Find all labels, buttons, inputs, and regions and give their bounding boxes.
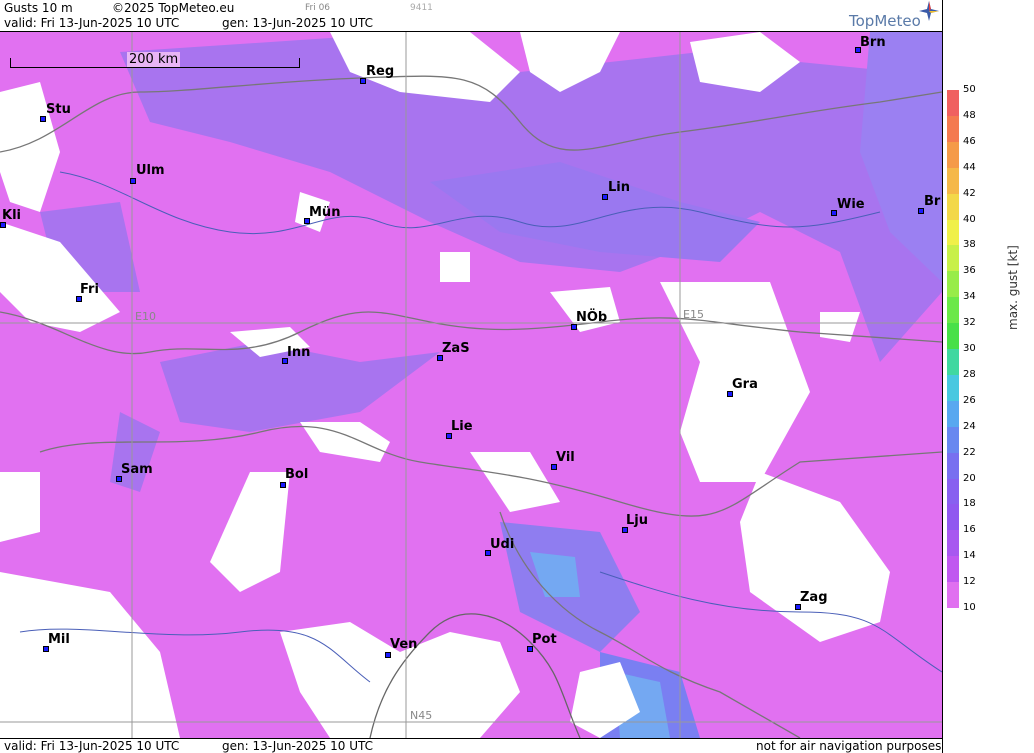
city-label[interactable]: Mün <box>309 205 340 220</box>
city-marker <box>280 482 286 488</box>
map-footer: valid: Fri 13-Jun-2025 10 UTC gen: 13-Ju… <box>0 738 942 753</box>
disclaimer: not for air navigation purposes <box>756 739 942 753</box>
grid-label-e10: E10 <box>135 310 156 323</box>
legend-color-segment <box>947 349 959 376</box>
legend-color-segment <box>947 556 959 583</box>
legend-tick-label: 28 <box>963 368 976 380</box>
legend-tick-label: 26 <box>963 394 976 406</box>
legend-color-segment <box>947 297 959 324</box>
city-label[interactable]: Brn <box>860 35 886 50</box>
city-marker <box>130 178 136 184</box>
city-label[interactable]: Lju <box>626 513 648 528</box>
legend-color-segment <box>947 452 959 479</box>
legend-color-segment <box>947 478 959 505</box>
legend-color-segment <box>947 90 959 117</box>
city-label[interactable]: Fri <box>80 282 99 297</box>
city-label[interactable]: Stu <box>46 102 71 117</box>
legend-tick-label: 36 <box>963 265 976 277</box>
city-label[interactable]: NÖb <box>576 310 607 325</box>
legend-color-segment <box>947 141 959 169</box>
city-label[interactable]: Ven <box>390 637 417 652</box>
copyright: ©2025 TopMeteo.eu <box>112 1 235 15</box>
legend-tick-label: 40 <box>963 213 976 225</box>
legend-color-segment <box>947 193 959 220</box>
city-marker <box>385 652 391 658</box>
legend-color-segment <box>947 323 959 350</box>
city-label[interactable]: ZaS <box>442 341 470 356</box>
legend-tick-label: 32 <box>963 317 976 329</box>
city-label[interactable]: Lie <box>451 419 473 434</box>
legend-tick-label: 46 <box>963 135 976 147</box>
legend-tick-label: 42 <box>963 187 976 199</box>
footer-generated-time: gen: 13-Jun-2025 10 UTC <box>222 739 374 753</box>
valid-time: valid: Fri 13-Jun-2025 10 UTC <box>4 16 180 30</box>
city-label[interactable]: Reg <box>366 64 394 79</box>
legend-color-segment <box>947 271 959 298</box>
gust-field <box>0 32 942 738</box>
legend-tick-label: 44 <box>963 161 976 173</box>
legend-tick-label: 30 <box>963 343 976 354</box>
legend-tick-label: 10 <box>963 602 976 613</box>
grid-label-e15: E15 <box>683 308 704 321</box>
legend-tick-label: 24 <box>963 420 976 432</box>
legend-color-segment <box>947 400 959 428</box>
legend-unit-label: max. gust [kt] <box>1006 245 1020 330</box>
city-label[interactable]: Mil <box>48 632 70 647</box>
legend-color-segment <box>947 115 959 143</box>
legend-color-segment <box>947 426 959 454</box>
grid-label-n45: N45 <box>410 709 433 722</box>
legend-tick-label: 50 <box>963 84 976 95</box>
legend-color-segment <box>947 245 959 272</box>
legend-tick-label: 20 <box>963 472 976 484</box>
legend-tick-label: 38 <box>963 239 976 251</box>
legend-color-segment <box>947 530 959 557</box>
run-code: Fri 06 <box>305 3 331 13</box>
city-label[interactable]: Gra <box>732 377 758 392</box>
legend-tick-label: 18 <box>963 498 976 510</box>
scale-bar-label: 200 km <box>127 52 181 67</box>
city-label[interactable]: Kli <box>2 208 21 223</box>
legend-color-segment <box>947 582 959 609</box>
city-label[interactable]: Wie <box>837 197 865 212</box>
legend-tick-label: 12 <box>963 576 976 588</box>
legend-tick-label: 34 <box>963 291 976 303</box>
legend-color-segment <box>947 167 959 195</box>
gust-map[interactable]: 200 km E10 E15 N45 Brn Reg Stu Ulm Lin K… <box>0 32 942 738</box>
generated-time: gen: 13-Jun-2025 10 UTC <box>222 16 374 30</box>
legend-tick-label: 48 <box>963 109 976 121</box>
map-header: Gusts 10 m ©2025 TopMeteo.eu Fri 06 9411… <box>0 0 942 32</box>
compass-star-icon <box>919 1 939 21</box>
city-label[interactable]: Zag <box>800 590 828 605</box>
color-legend: 50 48 46 44 42 40 38 36 34 32 30 28 26 24 22 20 18 16 14 12… <box>942 0 1034 753</box>
legend-color-segment <box>947 374 959 402</box>
map-title: Gusts 10 m <box>4 1 73 15</box>
city-label[interactable]: Udi <box>490 537 514 552</box>
city-label[interactable]: Lin <box>608 180 630 195</box>
city-label[interactable]: Inn <box>287 345 310 360</box>
footer-valid-time: valid: Fri 13-Jun-2025 10 UTC <box>4 739 180 753</box>
city-label[interactable]: Bol <box>285 467 308 482</box>
legend-color-segment <box>947 504 959 531</box>
legend-tick-label: 14 <box>963 550 976 562</box>
city-label[interactable]: Ulm <box>136 163 165 178</box>
topmeteo-logo: TopMeteo <box>849 12 921 30</box>
city-label[interactable]: Sam <box>121 462 153 477</box>
legend-tick-label: 22 <box>963 446 976 458</box>
city-label[interactable]: Pot <box>532 632 557 647</box>
city-label[interactable]: Br <box>924 194 940 209</box>
legend-color-segment <box>947 219 959 246</box>
legend-tick-label: 16 <box>963 524 976 536</box>
run-number: 9411 <box>410 3 433 13</box>
city-label[interactable]: Vil <box>556 450 575 465</box>
